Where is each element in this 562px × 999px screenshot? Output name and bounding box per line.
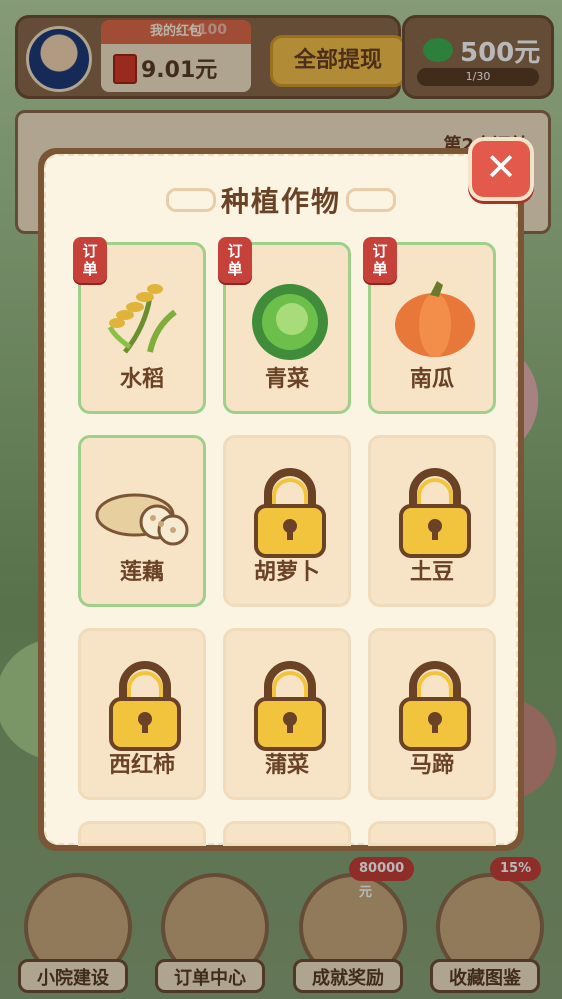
crop-name: 水稻 bbox=[119, 367, 164, 392]
crop-name: 土豆 bbox=[409, 560, 454, 585]
order-tag-char: 订 bbox=[227, 242, 243, 260]
order-tag-char: 单 bbox=[372, 260, 388, 278]
crop-card-partial[interactable] bbox=[368, 821, 496, 846]
order-tag-char: 单 bbox=[227, 260, 243, 278]
crop-card[interactable]: 青菜 订单 bbox=[218, 237, 351, 414]
rice-icon bbox=[107, 284, 177, 354]
order-tag-char: 单 bbox=[82, 260, 98, 278]
crop-name: 青菜 bbox=[264, 367, 309, 392]
crop-card[interactable]: 南瓜 订单 bbox=[363, 237, 496, 414]
crop-card[interactable]: 马蹄 bbox=[368, 628, 496, 800]
cabbage-icon bbox=[252, 284, 328, 360]
crop-name: 胡萝卜 bbox=[253, 560, 320, 585]
crop-card-partial[interactable] bbox=[78, 821, 206, 846]
order-tag-char: 订 bbox=[82, 242, 98, 260]
modal-title: 种植作物 bbox=[220, 185, 341, 218]
crop-selection-modal: 种植作物 水稻订单青菜订单南瓜订单莲藕 胡萝卜 土豆 西红柿 蒲菜 马蹄 bbox=[38, 148, 524, 851]
close-button[interactable]: ✕ bbox=[468, 137, 534, 201]
lock-icon bbox=[399, 468, 471, 558]
order-tag: 订单 bbox=[218, 237, 252, 283]
lock-icon bbox=[109, 661, 181, 751]
modal-panel: 种植作物 水稻订单青菜订单南瓜订单莲藕 胡萝卜 土豆 西红柿 蒲菜 马蹄 bbox=[44, 154, 518, 846]
crop-card-partial[interactable] bbox=[223, 821, 351, 846]
crop-card[interactable]: 莲藕 bbox=[78, 435, 206, 607]
lock-icon bbox=[254, 661, 326, 751]
crop-card[interactable]: 蒲菜 bbox=[223, 628, 351, 800]
pumpkin-icon bbox=[395, 281, 475, 357]
crop-card[interactable]: 西红柿 bbox=[78, 628, 206, 800]
crop-name: 蒲菜 bbox=[264, 753, 309, 778]
crop-card[interactable]: 水稻 订单 bbox=[73, 237, 206, 414]
lock-icon bbox=[399, 661, 471, 751]
crop-card[interactable]: 土豆 bbox=[368, 435, 496, 607]
crop-name: 西红柿 bbox=[108, 753, 175, 778]
crop-name: 马蹄 bbox=[409, 753, 454, 778]
order-tag-char: 订 bbox=[372, 242, 388, 260]
crop-name: 莲藕 bbox=[119, 560, 164, 585]
order-tag: 订单 bbox=[73, 237, 107, 283]
crop-name: 南瓜 bbox=[409, 367, 454, 392]
lock-icon bbox=[254, 468, 326, 558]
order-tag: 订单 bbox=[363, 237, 397, 283]
crop-card[interactable]: 胡萝卜 bbox=[223, 435, 351, 607]
lotus-root-icon bbox=[95, 493, 189, 546]
